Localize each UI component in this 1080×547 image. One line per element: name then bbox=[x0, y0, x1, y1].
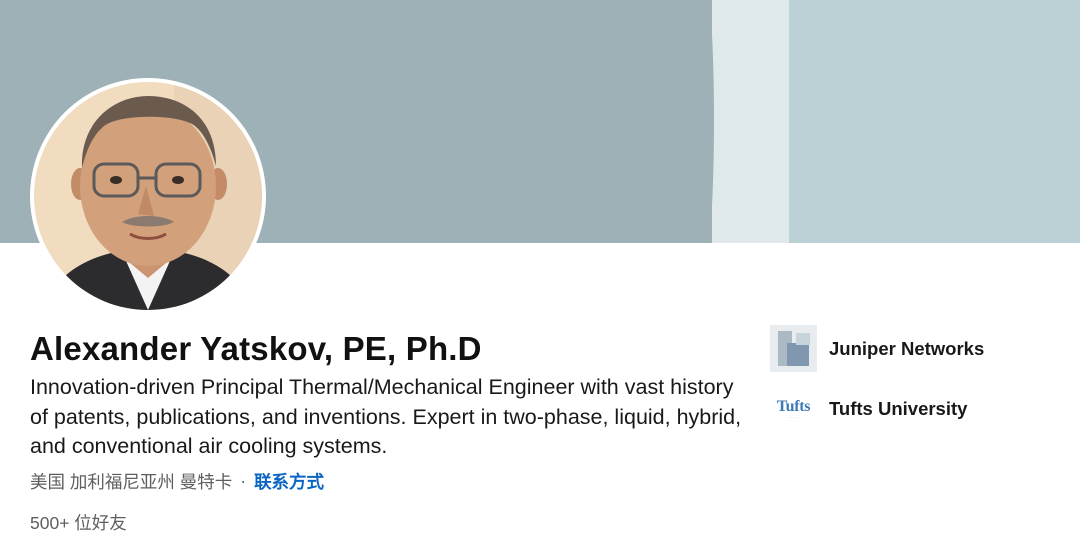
affiliation-juniper[interactable]: Juniper Networks bbox=[770, 325, 984, 372]
profile-headline: Innovation-driven Principal Thermal/Mech… bbox=[30, 375, 742, 458]
profile-name: Alexander Yatskov, PE, Ph.D bbox=[30, 330, 482, 367]
banner-shape-curve bbox=[560, 0, 714, 243]
tufts-logo-icon: Tufts ········· bbox=[770, 385, 817, 432]
juniper-logo-icon bbox=[770, 325, 817, 372]
location-text: 美国 加利福尼亚州 曼特卡 bbox=[30, 472, 233, 492]
tufts-logo-subtext: ········· bbox=[786, 414, 801, 419]
affiliation-name: Juniper Networks bbox=[829, 337, 985, 359]
affiliation-name: Tufts University bbox=[829, 397, 968, 419]
affiliation-tufts[interactable]: Tufts ········· Tufts University bbox=[770, 385, 968, 432]
location-separator: · bbox=[240, 471, 247, 491]
banner-shape-right bbox=[789, 0, 1080, 243]
location-row: 美国 加利福尼亚州 曼特卡 · 联系方式 bbox=[30, 469, 324, 494]
tufts-logo-text: Tufts bbox=[776, 397, 811, 415]
contact-info-link[interactable]: 联系方式 bbox=[254, 469, 324, 494]
connections-count[interactable]: 500+ 位好友 bbox=[30, 510, 127, 535]
profile-photo-frame[interactable] bbox=[30, 78, 266, 314]
profile-photo-image bbox=[34, 82, 262, 310]
profile-photo[interactable] bbox=[34, 82, 262, 310]
